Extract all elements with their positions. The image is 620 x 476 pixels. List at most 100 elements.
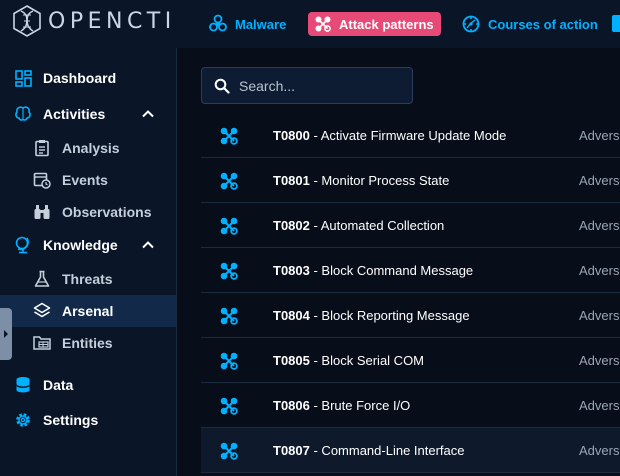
attack-pattern-icon bbox=[219, 126, 239, 146]
table-row[interactable]: T0807 - Command-Line Interface Advers bbox=[201, 428, 620, 473]
table-row[interactable]: T0800 - Activate Firmware Update Mode Adv… bbox=[201, 113, 620, 158]
row-external-id: T0801 bbox=[273, 172, 310, 188]
chevron-right-icon bbox=[4, 330, 8, 338]
sidebar-item-label: Analysis bbox=[62, 140, 120, 156]
row-type: Advers bbox=[579, 307, 620, 323]
nav-courses-of-action-label: Courses of action bbox=[488, 16, 598, 32]
chevron-up-icon[interactable] bbox=[140, 237, 156, 253]
sidebar-item-threats[interactable]: Threats bbox=[0, 263, 176, 295]
row-type: Advers bbox=[579, 262, 620, 278]
sidebar-item-label: Knowledge bbox=[43, 237, 118, 253]
attack-pattern-icon bbox=[219, 441, 239, 461]
sidebar-item-events[interactable]: Events bbox=[0, 164, 176, 196]
row-name: T0807 - Command-Line Interface bbox=[273, 443, 465, 458]
table-row[interactable]: T0801 - Monitor Process State Advers bbox=[201, 158, 620, 203]
table-row[interactable]: T0805 - Block Serial COM Advers bbox=[201, 338, 620, 383]
row-name: T0800 - Activate Firmware Update Mode bbox=[273, 128, 506, 143]
row-external-id: T0804 bbox=[273, 307, 310, 323]
sidebar-item-analysis[interactable]: Analysis bbox=[0, 132, 176, 164]
sidebar-item-arsenal[interactable]: Arsenal bbox=[0, 295, 176, 327]
attack-pattern-icon bbox=[219, 396, 239, 416]
dashboard-icon bbox=[14, 69, 32, 87]
sidebar-item-label: Entities bbox=[62, 335, 113, 351]
nav-courses-of-action[interactable]: Courses of action bbox=[455, 12, 605, 36]
sidebar-item-label: Arsenal bbox=[62, 303, 114, 319]
biohazard-icon bbox=[209, 14, 227, 32]
layers-icon bbox=[33, 302, 51, 320]
sidebar: Dashboard Activities Analysis Events Obs… bbox=[0, 48, 177, 476]
attack-pattern-icon bbox=[219, 261, 239, 281]
row-name: T0803 - Block Command Message bbox=[273, 263, 473, 278]
brain-icon bbox=[14, 105, 32, 123]
course-of-action-icon bbox=[462, 15, 480, 33]
sidebar-item-settings[interactable]: Settings bbox=[0, 404, 176, 436]
globe-icon bbox=[14, 236, 32, 254]
sidebar-toggle-handle[interactable] bbox=[0, 308, 12, 360]
nav-malware[interactable]: Malware bbox=[202, 12, 293, 36]
table-row[interactable]: T0806 - Brute Force I/O Advers bbox=[201, 383, 620, 428]
top-bar: OPENCTI Malware Attack patterns Courses bbox=[0, 0, 620, 48]
attack-pattern-icon bbox=[219, 216, 239, 236]
database-icon bbox=[14, 376, 32, 394]
row-title: - Activate Firmware Update Mode bbox=[309, 127, 507, 143]
chevron-up-icon[interactable] bbox=[140, 106, 156, 122]
row-title: - Block Reporting Message bbox=[309, 307, 470, 323]
sidebar-item-activities[interactable]: Activities bbox=[0, 98, 176, 130]
nav-attack-patterns-label: Attack patterns bbox=[339, 16, 434, 32]
sidebar-item-label: Data bbox=[43, 377, 74, 393]
sidebar-item-label: Events bbox=[62, 172, 108, 188]
row-type: Advers bbox=[579, 172, 620, 188]
nav-overflow-icon[interactable] bbox=[612, 15, 620, 32]
row-type: Advers bbox=[579, 397, 620, 413]
row-name: T0802 - Automated Collection bbox=[273, 218, 444, 233]
opencti-logo[interactable]: OPENCTI bbox=[10, 4, 176, 38]
attack-pattern-icon bbox=[219, 351, 239, 371]
sidebar-item-label: Settings bbox=[43, 412, 99, 428]
clipboard-icon bbox=[33, 139, 51, 157]
logo-icon bbox=[13, 5, 41, 37]
attack-pattern-icon bbox=[315, 16, 331, 32]
table-row[interactable]: T0803 - Block Command Message Advers bbox=[201, 248, 620, 293]
row-external-id: T0805 bbox=[273, 352, 310, 368]
sidebar-item-entities[interactable]: Entities bbox=[0, 327, 176, 359]
row-title: - Block Command Message bbox=[309, 262, 474, 278]
sidebar-item-label: Observations bbox=[62, 204, 152, 220]
calendar-clock-icon bbox=[33, 171, 51, 189]
search-input[interactable] bbox=[239, 76, 404, 96]
row-external-id: T0806 bbox=[273, 397, 310, 413]
row-name: T0801 - Monitor Process State bbox=[273, 173, 449, 188]
logo-text: OPENCTI bbox=[48, 8, 176, 34]
sidebar-item-data[interactable]: Data bbox=[0, 369, 176, 401]
row-external-id: T0803 bbox=[273, 262, 310, 278]
row-title: - Block Serial COM bbox=[309, 352, 425, 368]
row-external-id: T0807 bbox=[273, 442, 310, 458]
row-title: - Command-Line Interface bbox=[309, 442, 465, 458]
row-name: T0806 - Brute Force I/O bbox=[273, 398, 410, 413]
row-name: T0804 - Block Reporting Message bbox=[273, 308, 470, 323]
table-row[interactable]: T0804 - Block Reporting Message Advers bbox=[201, 293, 620, 338]
attack-pattern-icon bbox=[219, 171, 239, 191]
row-type: Advers bbox=[579, 352, 620, 368]
search-box[interactable] bbox=[201, 67, 413, 104]
row-type: Advers bbox=[579, 127, 620, 143]
sidebar-item-label: Threats bbox=[62, 271, 113, 287]
nav-attack-patterns[interactable]: Attack patterns bbox=[308, 12, 441, 36]
row-title: - Monitor Process State bbox=[309, 172, 450, 188]
row-name: T0805 - Block Serial COM bbox=[273, 353, 424, 368]
nav-malware-label: Malware bbox=[235, 16, 287, 32]
flask-icon bbox=[33, 270, 51, 288]
row-external-id: T0800 bbox=[273, 127, 310, 143]
attack-pattern-icon bbox=[219, 306, 239, 326]
sidebar-item-observations[interactable]: Observations bbox=[0, 196, 176, 228]
sidebar-item-dashboard[interactable]: Dashboard bbox=[0, 62, 176, 94]
sidebar-item-label: Activities bbox=[43, 106, 106, 122]
folder-table-icon bbox=[33, 334, 51, 352]
sidebar-item-knowledge[interactable]: Knowledge bbox=[0, 229, 176, 261]
gear-icon bbox=[14, 411, 32, 429]
binoculars-icon bbox=[33, 203, 51, 221]
sidebar-item-label: Dashboard bbox=[43, 70, 117, 86]
search-icon bbox=[214, 78, 230, 94]
row-title: - Brute Force I/O bbox=[309, 397, 411, 413]
row-title: - Automated Collection bbox=[309, 217, 445, 233]
table-row[interactable]: T0802 - Automated Collection Advers bbox=[201, 203, 620, 248]
